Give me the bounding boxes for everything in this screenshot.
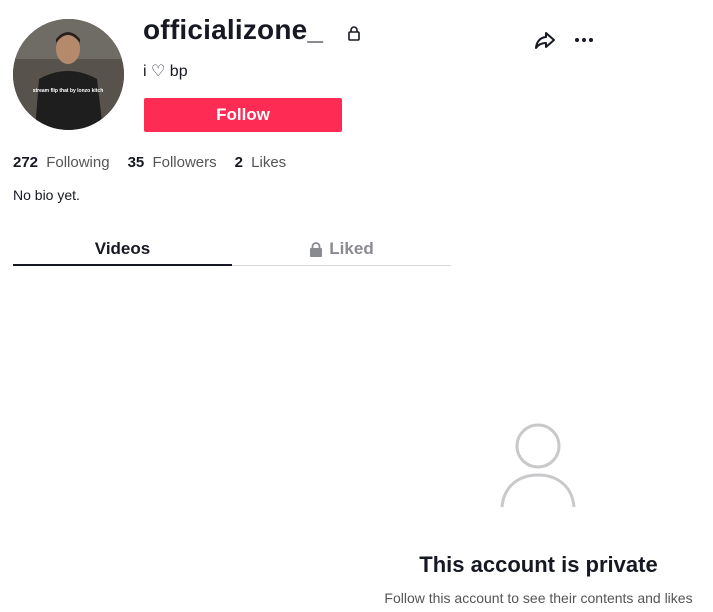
stat-followers[interactable]: 35 Followers [128, 154, 217, 171]
stat-following-label: Following [46, 154, 110, 171]
share-icon[interactable] [533, 28, 557, 52]
avatar: stream flip that by lonzo kitch [13, 19, 124, 130]
private-account-title: This account is private [419, 552, 658, 577]
stat-likes-value: 2 [234, 154, 243, 171]
avatar-image: stream flip that by lonzo kitch [13, 19, 124, 130]
stat-following[interactable]: 272 Following [13, 154, 110, 171]
tab-liked[interactable]: Liked [232, 233, 451, 265]
lock-icon [348, 26, 360, 41]
stat-followers-label: Followers [152, 154, 217, 171]
more-icon[interactable] [572, 28, 596, 52]
stat-following-value: 272 [13, 154, 39, 171]
tab-videos[interactable]: Videos [13, 233, 232, 265]
tab-active-indicator [13, 264, 232, 266]
stat-followers-value: 35 [127, 154, 145, 171]
private-account-subtitle: Follow this account to see their content… [384, 590, 693, 606]
follow-button[interactable]: Follow [144, 98, 342, 132]
profile-tabs: Videos Liked [13, 233, 451, 267]
nickname: i ♡ bp [143, 63, 188, 80]
lock-icon [310, 241, 323, 257]
bio: No bio yet. [13, 187, 80, 203]
tab-videos-label: Videos [94, 239, 151, 258]
user-icon [500, 423, 576, 508]
profile-stats: 272 Following 35 Followers 2 Likes [13, 154, 286, 171]
stat-likes-label: Likes [251, 154, 287, 171]
stat-likes: 2 Likes [235, 154, 287, 171]
username: officializone_ [143, 14, 324, 45]
avatar-caption: stream flip that by lonzo kitch [33, 88, 104, 94]
tab-liked-label: Liked [329, 239, 374, 258]
